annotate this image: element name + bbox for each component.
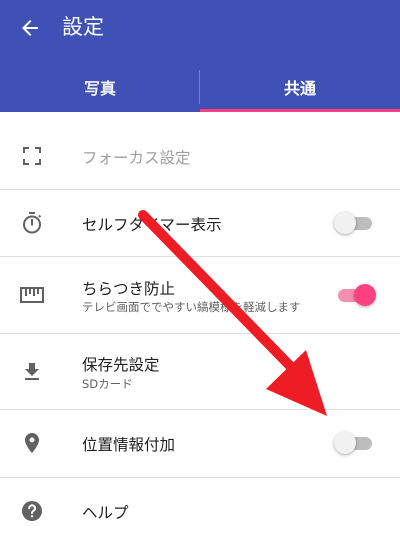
setting-self-timer-label: セルフタイマー表示 xyxy=(82,216,222,234)
location-pin-icon xyxy=(18,429,46,457)
switch-thumb xyxy=(354,284,376,306)
tab-photo[interactable]: 写真 xyxy=(0,62,200,112)
setting-location-label: 位置情報付加 xyxy=(82,436,176,454)
setting-save-destination-label: 保存先設定 xyxy=(82,356,160,374)
back-button[interactable] xyxy=(14,12,46,44)
setting-flicker-description: テレビ画面ででやすい縞模様を軽減します xyxy=(82,300,301,314)
focus-frame-icon xyxy=(18,142,46,170)
setting-self-timer[interactable]: セルフタイマー表示 xyxy=(0,190,400,257)
setting-flicker[interactable]: ちらつき防止 テレビ画面ででやすい縞模様を軽減します xyxy=(0,257,400,334)
setting-help[interactable]: ヘルプ xyxy=(0,478,400,545)
ruler-icon xyxy=(18,281,46,309)
setting-flicker-label: ちらつき防止 xyxy=(82,280,176,298)
setting-focus: フォーカス設定 xyxy=(0,112,400,190)
setting-save-destination-value: SDカード xyxy=(82,377,133,391)
setting-save-destination[interactable]: 保存先設定 SDカード xyxy=(0,334,400,410)
setting-focus-label: フォーカス設定 xyxy=(82,149,191,167)
settings-list: フォーカス設定 セルフタイマー表示 ちらつき防止 テレビ画面ででやすい縞模様を軽… xyxy=(0,112,400,545)
switch-thumb xyxy=(334,432,356,454)
flicker-switch[interactable] xyxy=(336,283,376,307)
toolbar: 設定 xyxy=(0,0,400,56)
arrow-left-icon xyxy=(22,20,38,36)
timer-icon xyxy=(18,209,46,237)
self-timer-switch[interactable] xyxy=(334,211,374,235)
tab-common[interactable]: 共通 xyxy=(200,62,400,112)
page-title: 設定 xyxy=(62,15,104,39)
setting-help-label: ヘルプ xyxy=(82,504,129,522)
help-circle-icon xyxy=(18,497,46,525)
setting-location[interactable]: 位置情報付加 xyxy=(0,410,400,478)
tab-bar: 写真 共通 xyxy=(0,62,400,112)
app-bar: 設定 写真 共通 xyxy=(0,0,400,112)
download-icon xyxy=(18,358,46,386)
switch-thumb xyxy=(334,212,356,234)
location-switch[interactable] xyxy=(334,431,374,455)
